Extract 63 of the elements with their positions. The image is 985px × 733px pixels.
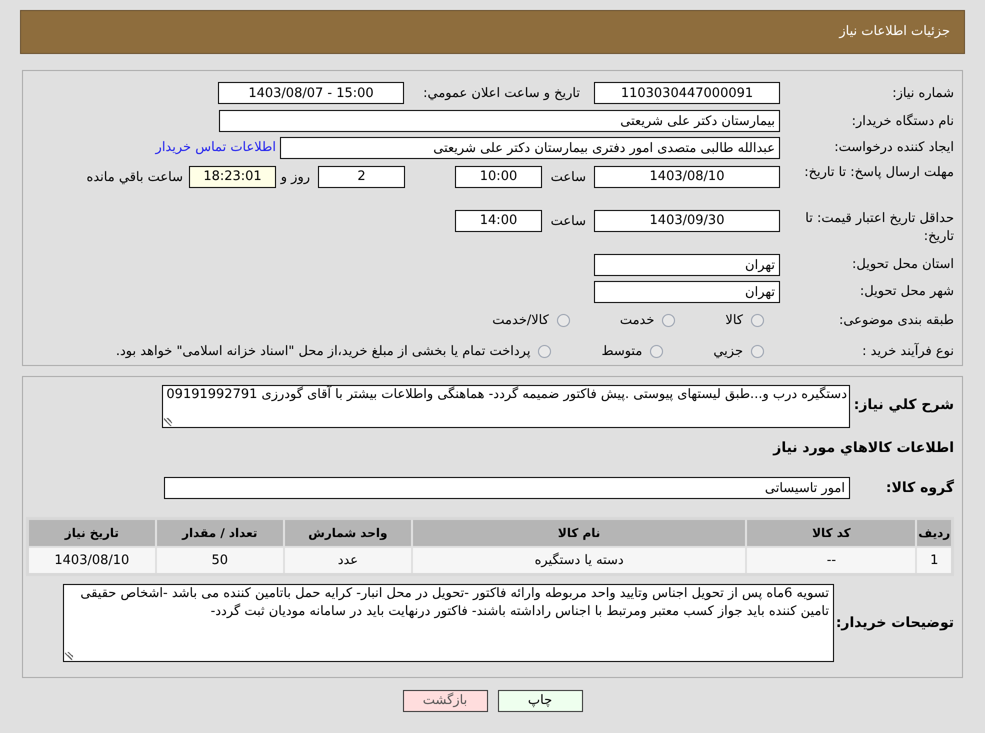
field-label: ساعت باقي مانده <box>86 168 184 187</box>
text-field[interactable]: 1403/08/10 <box>594 166 780 188</box>
radio-label: جزيي <box>713 342 743 361</box>
back-button[interactable]: بازگشت <box>402 690 488 712</box>
print-button[interactable]: چاپ <box>498 690 582 712</box>
text-field[interactable]: بیمارستان دکتر علی شریعتی <box>219 110 780 132</box>
countdown-field[interactable]: 18:23:01 <box>189 166 276 188</box>
table-cell: -- <box>746 546 916 574</box>
field-label: شهر محل تحویل: <box>858 283 954 302</box>
field-label: شماره نیاز: <box>891 84 954 103</box>
table-cell: 50 <box>156 546 284 574</box>
radio-button[interactable] <box>650 345 664 358</box>
radio-label: خدمت <box>620 312 654 330</box>
radio-button[interactable] <box>538 345 552 358</box>
radio-button[interactable] <box>751 314 764 328</box>
text-field[interactable]: 14:00 <box>455 210 542 232</box>
radio-label: پرداخت تمام یا بخشی از مبلغ خرید،از محل "اسناد خزانه اسلامی" خواهد بود. <box>116 342 530 361</box>
resize-grip-icon[interactable] <box>164 418 172 426</box>
column-header: کد کالا <box>746 518 916 546</box>
column-header: تاریخ نیاز <box>28 518 156 546</box>
column-header: نام کالا <box>412 518 746 546</box>
text-field[interactable]: 2 <box>318 166 405 188</box>
summary-textarea[interactable]: دستگیره درب و...طبق لیستهای پیوستی .پیش فاکتور ضمیمه گردد- هماهنگی واطلاعات بیشتر با آقای گودرزی 09191992791 <box>162 385 850 428</box>
text-field[interactable]: تهران <box>594 254 780 276</box>
field-label: گروه کالا: <box>884 478 954 498</box>
table-cell: 1 <box>916 546 952 574</box>
field-label: نام دستگاه خریدار: <box>850 112 954 131</box>
radio-label: کالا/خدمت <box>492 312 549 330</box>
field-label: تاریخ و ساعت اعلان عمومي: <box>422 84 581 103</box>
radio-button[interactable] <box>556 314 570 328</box>
text-field[interactable]: عبدالله طالبی متصدی امور دفتری بیمارستان دکتر علی شریعتی <box>280 137 780 160</box>
field-label: مهلت ارسال پاسخ: تا تاریخ: <box>803 164 954 182</box>
radio-button[interactable] <box>751 345 764 358</box>
text-field[interactable]: 1103030447000091 <box>594 82 780 104</box>
field-label: شرح کلي نیاز: <box>852 396 954 415</box>
radio-button[interactable] <box>662 314 676 328</box>
field-label: روز و <box>279 168 311 187</box>
field-label: طبقه بندی موضوعی: <box>838 312 954 330</box>
table-cell: 1403/08/10 <box>28 546 156 574</box>
field-label: ساعت <box>550 212 587 231</box>
field-label: توضیحات خریدار: <box>834 614 954 632</box>
text-field[interactable]: 10:00 <box>455 166 542 188</box>
radio-label: کالا <box>725 312 743 330</box>
column-header: واحد شمارش <box>284 518 412 546</box>
text-field[interactable]: تهران <box>594 281 780 304</box>
header-title: جزئیات اطلاعات نیاز <box>839 23 950 42</box>
column-header: تعداد / مقدار <box>156 518 284 546</box>
text-field[interactable]: امور تاسیساتی <box>164 477 850 499</box>
text-field[interactable]: 1403/09/30 <box>594 210 780 232</box>
field-label: نوع فرآیند خرید : <box>861 342 954 361</box>
notes-textarea[interactable]: تسویه 6ماه پس از تحویل اجناس وتایید واحد مربوطه وارائه فاکتور -تحویل در محل انبار- کرایه حمل باتامین کننده می باشد -اشخاص حقیقی تامین کننده باید جواز کسب معتبر ومرتبط با اجناس راداشته باشند- فاکتور درنهایت باید در سامانه مودیان ثبت گردد- <box>63 584 834 662</box>
resize-grip-icon[interactable] <box>65 652 73 660</box>
field-label: حداقل تاریخ اعتبار قیمت: تا تاریخ: <box>804 210 954 246</box>
field-label: ساعت <box>550 168 587 187</box>
field-label: ایجاد کننده درخواست: <box>833 139 954 158</box>
table-cell: عدد <box>284 546 412 574</box>
column-header: ردیف <box>916 518 952 546</box>
text-field[interactable]: 1403/08/07 - 15:00 <box>218 82 404 104</box>
section-heading: اطلاعات کالاهاي مورد نیاز <box>772 439 954 458</box>
field-label: استان محل تحویل: <box>851 256 954 274</box>
radio-label: متوسط <box>601 342 642 361</box>
table-cell: دسته یا دستگیره <box>412 546 746 574</box>
contact-link[interactable]: اطلاعات تماس خریدار <box>156 138 280 158</box>
